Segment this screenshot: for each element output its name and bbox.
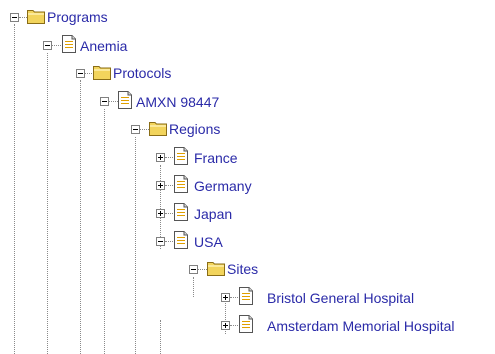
tree-node-france[interactable]: France	[0, 146, 300, 168]
tree-node-bristol-general-hospital[interactable]: Bristol General Hospital	[0, 286, 495, 308]
collapse-toggle-icon[interactable]	[100, 97, 109, 106]
tree-node-label[interactable]: Germany	[194, 178, 252, 194]
tree-node-sites[interactable]: Sites	[0, 258, 320, 280]
tree-node-anemia[interactable]: Anemia	[0, 34, 200, 56]
folder-icon	[149, 122, 167, 136]
expand-toggle-icon[interactable]	[156, 153, 165, 162]
tree-node-label[interactable]: Sites	[227, 261, 258, 277]
expand-toggle-icon[interactable]	[156, 209, 165, 218]
document-icon	[174, 231, 188, 249]
collapse-toggle-icon[interactable]	[156, 237, 165, 246]
collapse-toggle-icon[interactable]	[10, 13, 19, 22]
expand-toggle-icon[interactable]	[221, 293, 230, 302]
tree-node-amsterdam-memorial-hospital[interactable]: Amsterdam Memorial Hospital	[0, 314, 495, 336]
collapse-toggle-icon[interactable]	[189, 265, 198, 274]
tree-node-label[interactable]: Japan	[194, 206, 232, 222]
tree-node-label[interactable]: Bristol General Hospital	[267, 290, 414, 306]
document-icon	[174, 175, 188, 193]
tree-node-label[interactable]: AMXN 98447	[136, 94, 219, 110]
document-icon	[239, 315, 253, 333]
tree-node-protocols[interactable]: Protocols	[0, 62, 250, 84]
collapse-toggle-icon[interactable]	[76, 69, 85, 78]
collapse-toggle-icon[interactable]	[43, 41, 52, 50]
tree-node-amxn-98447[interactable]: AMXN 98447	[0, 90, 260, 112]
folder-icon	[207, 262, 225, 276]
tree-node-label[interactable]: Amsterdam Memorial Hospital	[267, 318, 455, 334]
tree-node-usa[interactable]: USA	[0, 230, 300, 252]
tree-node-japan[interactable]: Japan	[0, 202, 300, 224]
document-icon	[118, 91, 132, 109]
expand-toggle-icon[interactable]	[156, 181, 165, 190]
document-icon	[174, 203, 188, 221]
tree-node-label[interactable]: France	[194, 150, 238, 166]
expand-toggle-icon[interactable]	[221, 321, 230, 330]
tree-node-regions[interactable]: Regions	[0, 118, 280, 140]
tree-node-programs[interactable]: Programs	[0, 6, 200, 28]
document-icon	[239, 287, 253, 305]
folder-icon	[27, 10, 45, 24]
tree-node-label[interactable]: Programs	[47, 9, 108, 25]
tree-node-germany[interactable]: Germany	[0, 174, 300, 196]
tree-view: Programs Anemia Protocols AMXN 98447 Reg…	[0, 0, 495, 354]
tree-node-label[interactable]: Anemia	[80, 38, 127, 54]
collapse-toggle-icon[interactable]	[131, 125, 140, 134]
tree-node-label[interactable]: Regions	[169, 121, 220, 137]
document-icon	[62, 35, 76, 53]
tree-node-label[interactable]: USA	[194, 234, 223, 250]
tree-node-label[interactable]: Protocols	[113, 65, 171, 81]
folder-icon	[93, 66, 111, 80]
document-icon	[174, 147, 188, 165]
